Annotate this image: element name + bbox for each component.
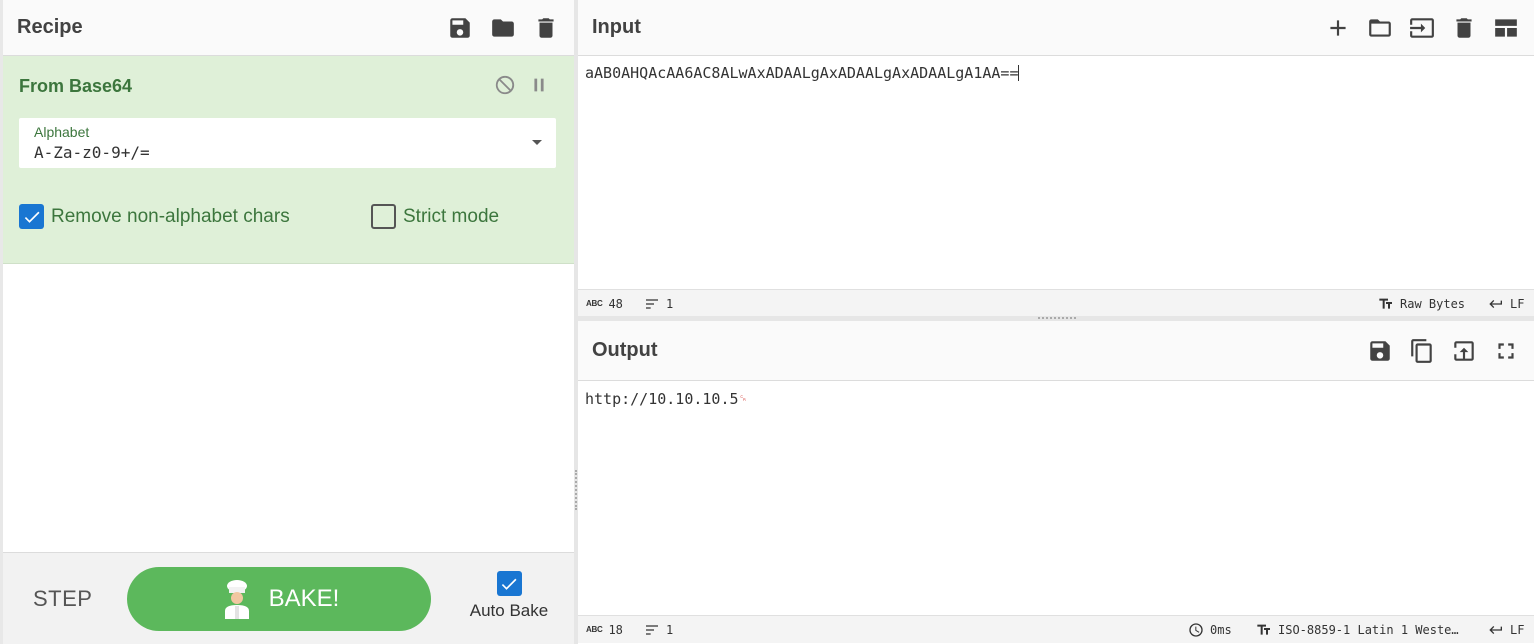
bake-controls: STEP BAKE! Auto Bake [3, 552, 574, 644]
input-eol-button[interactable]: LF [1488, 296, 1524, 312]
pause-icon[interactable] [528, 74, 550, 96]
strict-mode-label: Strict mode [403, 205, 500, 227]
cyberchef-app: Recipe From Base64 Alphabet A-Za-z0-9+/=… [0, 0, 1534, 644]
splitter-grip[interactable] [1038, 317, 1076, 319]
remove-non-alphabet-label: Remove non-alphabet chars [51, 205, 290, 227]
output-length: 18 [608, 622, 623, 637]
recipe-title: Recipe [17, 16, 83, 38]
folder-outline-icon [1368, 18, 1391, 37]
save-output-button[interactable] [1365, 336, 1394, 365]
save-recipe-button[interactable] [445, 13, 474, 42]
clear-recipe-button[interactable] [531, 13, 560, 42]
chevron-down-icon [532, 140, 542, 145]
text-cursor [1018, 65, 1020, 81]
bake-button[interactable]: BAKE! [127, 567, 431, 631]
output-textarea[interactable]: http://10.10.10.5␍ [585, 390, 747, 408]
output-header: Output [578, 321, 1534, 381]
output-encoding: ISO-8859-1 Latin 1 Weste… [1278, 622, 1459, 637]
chef-icon [224, 580, 249, 619]
lines-icon [646, 298, 658, 309]
output-text: http://10.10.10.5 [585, 390, 739, 408]
output-lines: 1 [666, 622, 674, 637]
input-arrow-icon [1409, 17, 1434, 38]
input-encoding-button[interactable]: Raw Bytes [1378, 296, 1465, 312]
copy-output-button[interactable] [1407, 336, 1436, 365]
input-title: Input [592, 16, 641, 38]
output-eol-button[interactable]: LF [1488, 622, 1524, 638]
recipe-header: Recipe [3, 0, 574, 56]
operation-title: From Base64 [19, 76, 133, 96]
output-title: Output [592, 339, 658, 361]
text-size-icon [1379, 298, 1392, 309]
input-status-bar: ABC 48 1 Raw Bytes LF [578, 289, 1534, 317]
trash-icon [537, 17, 554, 38]
add-tab-button[interactable] [1323, 13, 1352, 42]
return-icon [1489, 299, 1502, 308]
output-status-bar: ABC 18 1 0ms ISO-8859-1 Latin 1 Weste… L… [578, 615, 1534, 643]
recipe-panel: Recipe From Base64 Alphabet A-Za-z0-9+/=… [0, 0, 574, 644]
auto-bake-label: Auto Bake [469, 601, 549, 620]
move-to-input-icon [1453, 340, 1474, 361]
alphabet-select[interactable]: Alphabet A-Za-z0-9+/= [19, 118, 556, 168]
abc-icon: ABC [586, 299, 603, 308]
alphabet-label: Alphabet [34, 124, 90, 140]
auto-bake-checkbox[interactable]: Auto Bake [469, 571, 549, 621]
save-icon [1369, 340, 1390, 361]
splitter-grip[interactable] [575, 470, 577, 510]
output-eol: LF [1510, 622, 1525, 637]
abc-icon: ABC [586, 625, 603, 634]
text-size-icon [1257, 624, 1270, 635]
input-lines: 1 [666, 296, 674, 311]
open-file-button[interactable] [1365, 13, 1394, 42]
clear-input-button[interactable] [1449, 13, 1478, 42]
maximise-output-button[interactable] [1491, 336, 1520, 365]
input-encoding: Raw Bytes [1400, 296, 1466, 311]
alphabet-value: A-Za-z0-9+/= [34, 143, 150, 162]
clock-icon [1189, 622, 1203, 637]
control-char-marker: ␍ [738, 392, 748, 405]
bake-label: BAKE! [268, 585, 340, 612]
input-text: aAB0AHQAcAA6AC8ALwAxADAALgAxADAALgAxADAA… [585, 64, 1019, 82]
disable-icon[interactable] [494, 74, 516, 96]
load-recipe-button[interactable] [488, 13, 517, 42]
plus-icon [1329, 19, 1346, 36]
output-panel: Output http://10.10.10.5␍ ABC 18 1 0ms I… [578, 321, 1534, 644]
remove-non-alphabet-checkbox[interactable]: Remove non-alphabet chars [19, 204, 290, 229]
trash-icon [1455, 17, 1472, 38]
fullscreen-icon [1497, 342, 1514, 359]
output-lines-stat: 1 [644, 622, 673, 638]
input-panel: Input aAB0AHQAcAA6AC8ALwAxADAALgAxADAALg… [578, 0, 1534, 317]
layout-icon [1494, 18, 1517, 37]
replace-input-button[interactable] [1449, 336, 1478, 365]
output-length-stat: ABC 18 [586, 623, 623, 637]
return-icon [1489, 625, 1502, 634]
input-header: Input [578, 0, 1534, 56]
copy-icon [1410, 338, 1432, 363]
input-length-stat: ABC 48 [586, 297, 623, 311]
reset-layout-button[interactable] [1491, 13, 1520, 42]
lines-icon [646, 624, 658, 635]
strict-mode-checkbox[interactable]: Strict mode [371, 204, 499, 229]
output-encoding-button[interactable]: ISO-8859-1 Latin 1 Weste… [1256, 622, 1459, 638]
checkbox-checked-icon [496, 571, 522, 596]
step-button[interactable]: STEP [33, 586, 92, 612]
input-lines-stat: 1 [644, 296, 673, 312]
open-folder-button[interactable] [1407, 13, 1436, 42]
input-textarea[interactable]: aAB0AHQAcAA6AC8ALwAxADAALgAxADAALgAxADAA… [585, 64, 1020, 82]
checkbox-checked-icon [19, 204, 44, 229]
bake-time: 0ms [1210, 622, 1232, 637]
checkbox-unchecked-icon [371, 204, 396, 229]
folder-icon [491, 18, 514, 37]
save-icon [449, 17, 470, 38]
input-length: 48 [608, 296, 623, 311]
bake-time-stat: 0ms [1188, 622, 1232, 638]
input-eol: LF [1510, 296, 1525, 311]
operation-from-base64[interactable]: From Base64 Alphabet A-Za-z0-9+/= Remove… [3, 56, 574, 264]
